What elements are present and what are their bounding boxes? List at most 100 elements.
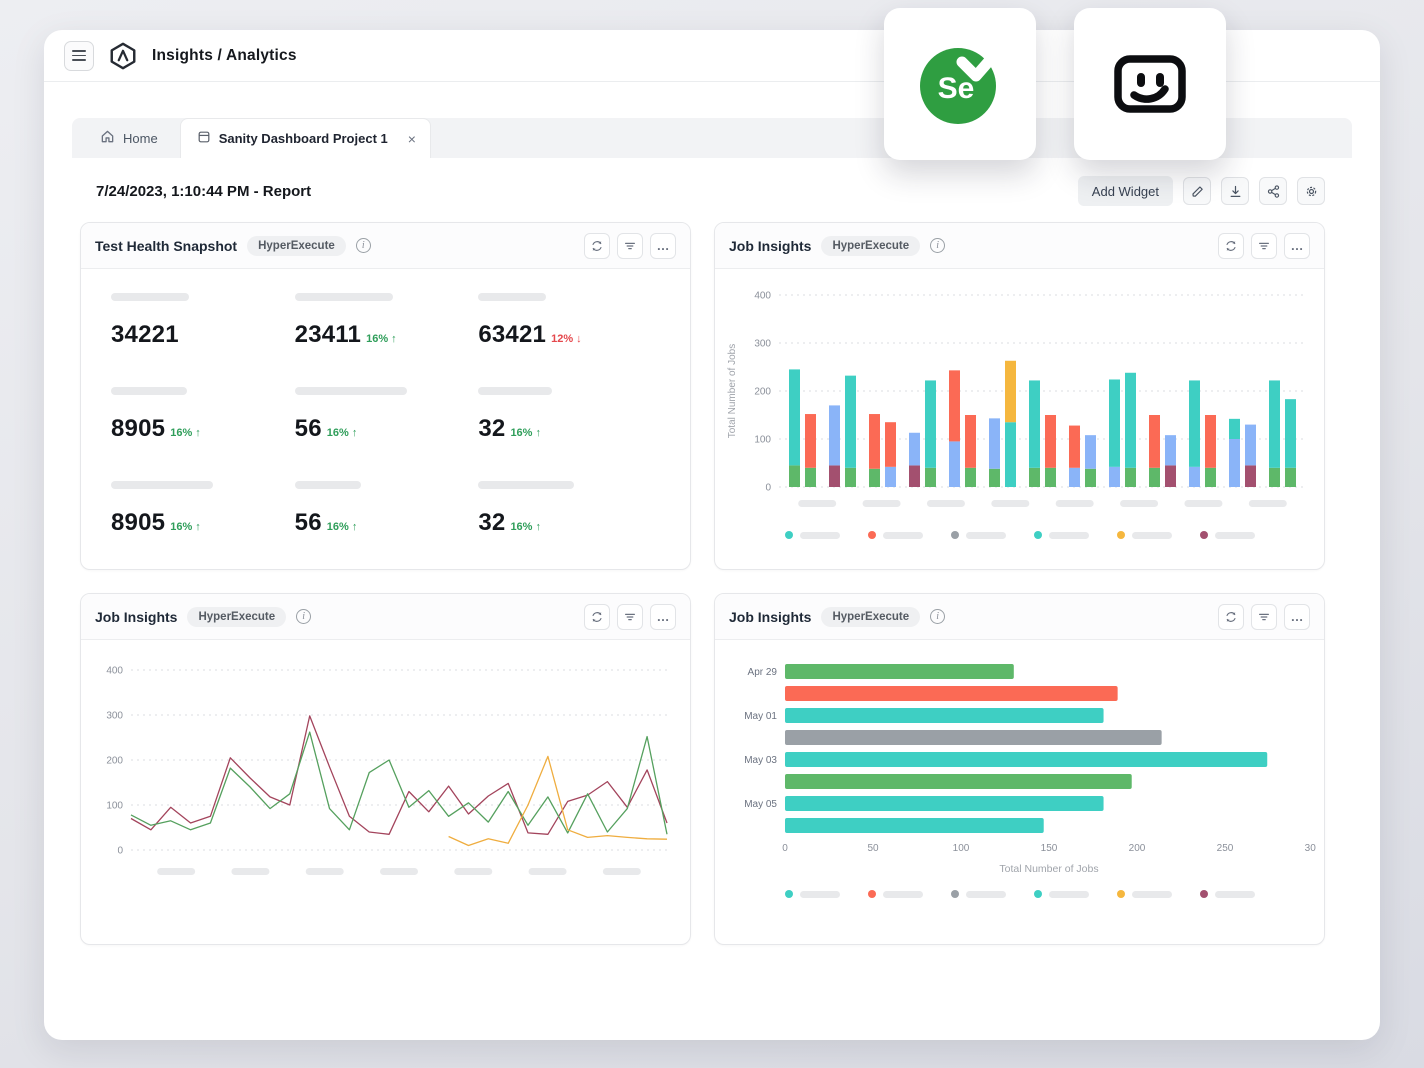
- svg-text:250: 250: [1217, 843, 1234, 854]
- svg-text:0: 0: [782, 843, 788, 854]
- info-icon[interactable]: i: [356, 238, 371, 253]
- hyperexecute-badge: HyperExecute: [247, 236, 346, 256]
- stat-label-skeleton: [295, 293, 393, 301]
- legend-item: [1034, 531, 1089, 539]
- legend-label-skeleton: [800, 532, 840, 539]
- refresh-button[interactable]: [1218, 604, 1244, 630]
- refresh-button[interactable]: [584, 604, 610, 630]
- menu-button[interactable]: [64, 41, 94, 71]
- info-icon[interactable]: i: [930, 238, 945, 253]
- selenium-icon: Se: [912, 36, 1008, 132]
- refresh-button[interactable]: [584, 233, 610, 259]
- stat-percent: 16% ↑: [510, 521, 541, 533]
- widget-job-insights-stacked: Job Insights HyperExecute i … Total: [714, 222, 1325, 570]
- stat-cell: 56 16% ↑: [295, 387, 479, 481]
- stat-cell: 32 16% ↑: [478, 387, 662, 481]
- tab-home[interactable]: Home: [78, 118, 180, 158]
- filter-button[interactable]: [1251, 233, 1277, 259]
- stat-value: 8905: [111, 509, 165, 537]
- chart-legend: [715, 523, 1324, 551]
- legend-item: [1117, 890, 1172, 898]
- edit-button[interactable]: [1183, 177, 1211, 205]
- legend-item: [951, 531, 1006, 539]
- svg-text:400: 400: [106, 666, 123, 677]
- legend-dot: [1117, 531, 1125, 539]
- filter-button[interactable]: [1251, 604, 1277, 630]
- more-button[interactable]: …: [1284, 604, 1310, 630]
- more-button[interactable]: …: [650, 233, 676, 259]
- more-button[interactable]: …: [1284, 233, 1310, 259]
- svg-text:Total Number of Jobs: Total Number of Jobs: [727, 344, 738, 439]
- svg-text:150: 150: [1041, 843, 1058, 854]
- face-card-icon: [1108, 42, 1192, 126]
- legend-dot: [1034, 890, 1042, 898]
- widget-title: Job Insights: [95, 609, 177, 625]
- legend-label-skeleton: [966, 532, 1006, 539]
- legend-label-skeleton: [1132, 891, 1172, 898]
- legend-dot: [1117, 890, 1125, 898]
- stat-percent: 16% ↑: [170, 521, 201, 533]
- svg-text:May 03: May 03: [744, 755, 777, 766]
- svg-text:300: 300: [754, 339, 771, 350]
- share-button[interactable]: [1259, 177, 1287, 205]
- refresh-button[interactable]: [1218, 233, 1244, 259]
- legend-label-skeleton: [883, 891, 923, 898]
- stat-cell: 34221: [111, 293, 295, 387]
- legend-dot: [1200, 531, 1208, 539]
- tab-project[interactable]: Sanity Dashboard Project 1 ×: [180, 118, 431, 158]
- legend-item: [951, 890, 1006, 898]
- app-window: Insights / Analytics Home Sanity Dashboa…: [44, 30, 1380, 1040]
- hyperexecute-badge: HyperExecute: [821, 236, 920, 256]
- stat-cell: 890516% ↑: [111, 387, 295, 481]
- stat-percent: 16% ↑: [327, 427, 358, 439]
- download-button[interactable]: [1221, 177, 1249, 205]
- legend-label-skeleton: [1132, 532, 1172, 539]
- hyperexecute-badge: HyperExecute: [821, 607, 920, 627]
- legend-item: [1117, 531, 1172, 539]
- stat-percent: 16% ↑: [170, 427, 201, 439]
- stat-percent: 16% ↑: [510, 427, 541, 439]
- stat-cell: 5616% ↑: [295, 481, 479, 570]
- tab-project-label: Sanity Dashboard Project 1: [219, 131, 388, 146]
- selenium-card[interactable]: Se: [884, 8, 1036, 160]
- info-icon[interactable]: i: [930, 609, 945, 624]
- legend-label-skeleton: [883, 532, 923, 539]
- stat-label-skeleton: [295, 481, 361, 489]
- widget-title: Test Health Snapshot: [95, 238, 237, 254]
- svg-text:50: 50: [867, 843, 879, 854]
- more-button[interactable]: …: [650, 604, 676, 630]
- legend-dot: [785, 531, 793, 539]
- stat-label-skeleton: [295, 387, 407, 395]
- filter-button[interactable]: [617, 604, 643, 630]
- stat-percent: 16% ↑: [327, 521, 358, 533]
- report-title: 7/24/2023, 1:10:44 PM - Report: [96, 183, 311, 200]
- tab-home-label: Home: [123, 131, 158, 146]
- hyperexecute-badge: HyperExecute: [187, 607, 286, 627]
- stat-value: 56: [295, 415, 322, 443]
- selenium-label: Se: [938, 72, 975, 105]
- stat-value: 23411: [295, 321, 361, 349]
- legend-item: [785, 531, 840, 539]
- close-tab-button[interactable]: ×: [404, 130, 420, 148]
- stat-label-skeleton: [478, 293, 546, 301]
- widget-job-insights-line: Job Insights HyperExecute i … 010020: [80, 593, 691, 945]
- stat-value: 32: [478, 509, 505, 537]
- stat-cell: 2341116% ↑: [295, 293, 479, 387]
- legend-label-skeleton: [1049, 532, 1089, 539]
- svg-text:300: 300: [106, 711, 123, 722]
- svg-text:200: 200: [754, 387, 771, 398]
- filter-button[interactable]: [617, 233, 643, 259]
- face-card[interactable]: [1074, 8, 1226, 160]
- widget-test-health: Test Health Snapshot HyperExecute i … 34…: [80, 222, 691, 570]
- info-icon[interactable]: i: [296, 609, 311, 624]
- settings-button[interactable]: [1297, 177, 1325, 205]
- legend-label-skeleton: [1215, 532, 1255, 539]
- stat-value: 32: [478, 415, 505, 443]
- svg-text:0: 0: [765, 483, 771, 494]
- legend-item: [785, 890, 840, 898]
- legend-label-skeleton: [1049, 891, 1089, 898]
- legend-dot: [868, 531, 876, 539]
- widget-grid: Test Health Snapshot HyperExecute i … 34…: [80, 222, 1325, 945]
- add-widget-button[interactable]: Add Widget: [1078, 176, 1173, 206]
- home-icon: [100, 129, 115, 147]
